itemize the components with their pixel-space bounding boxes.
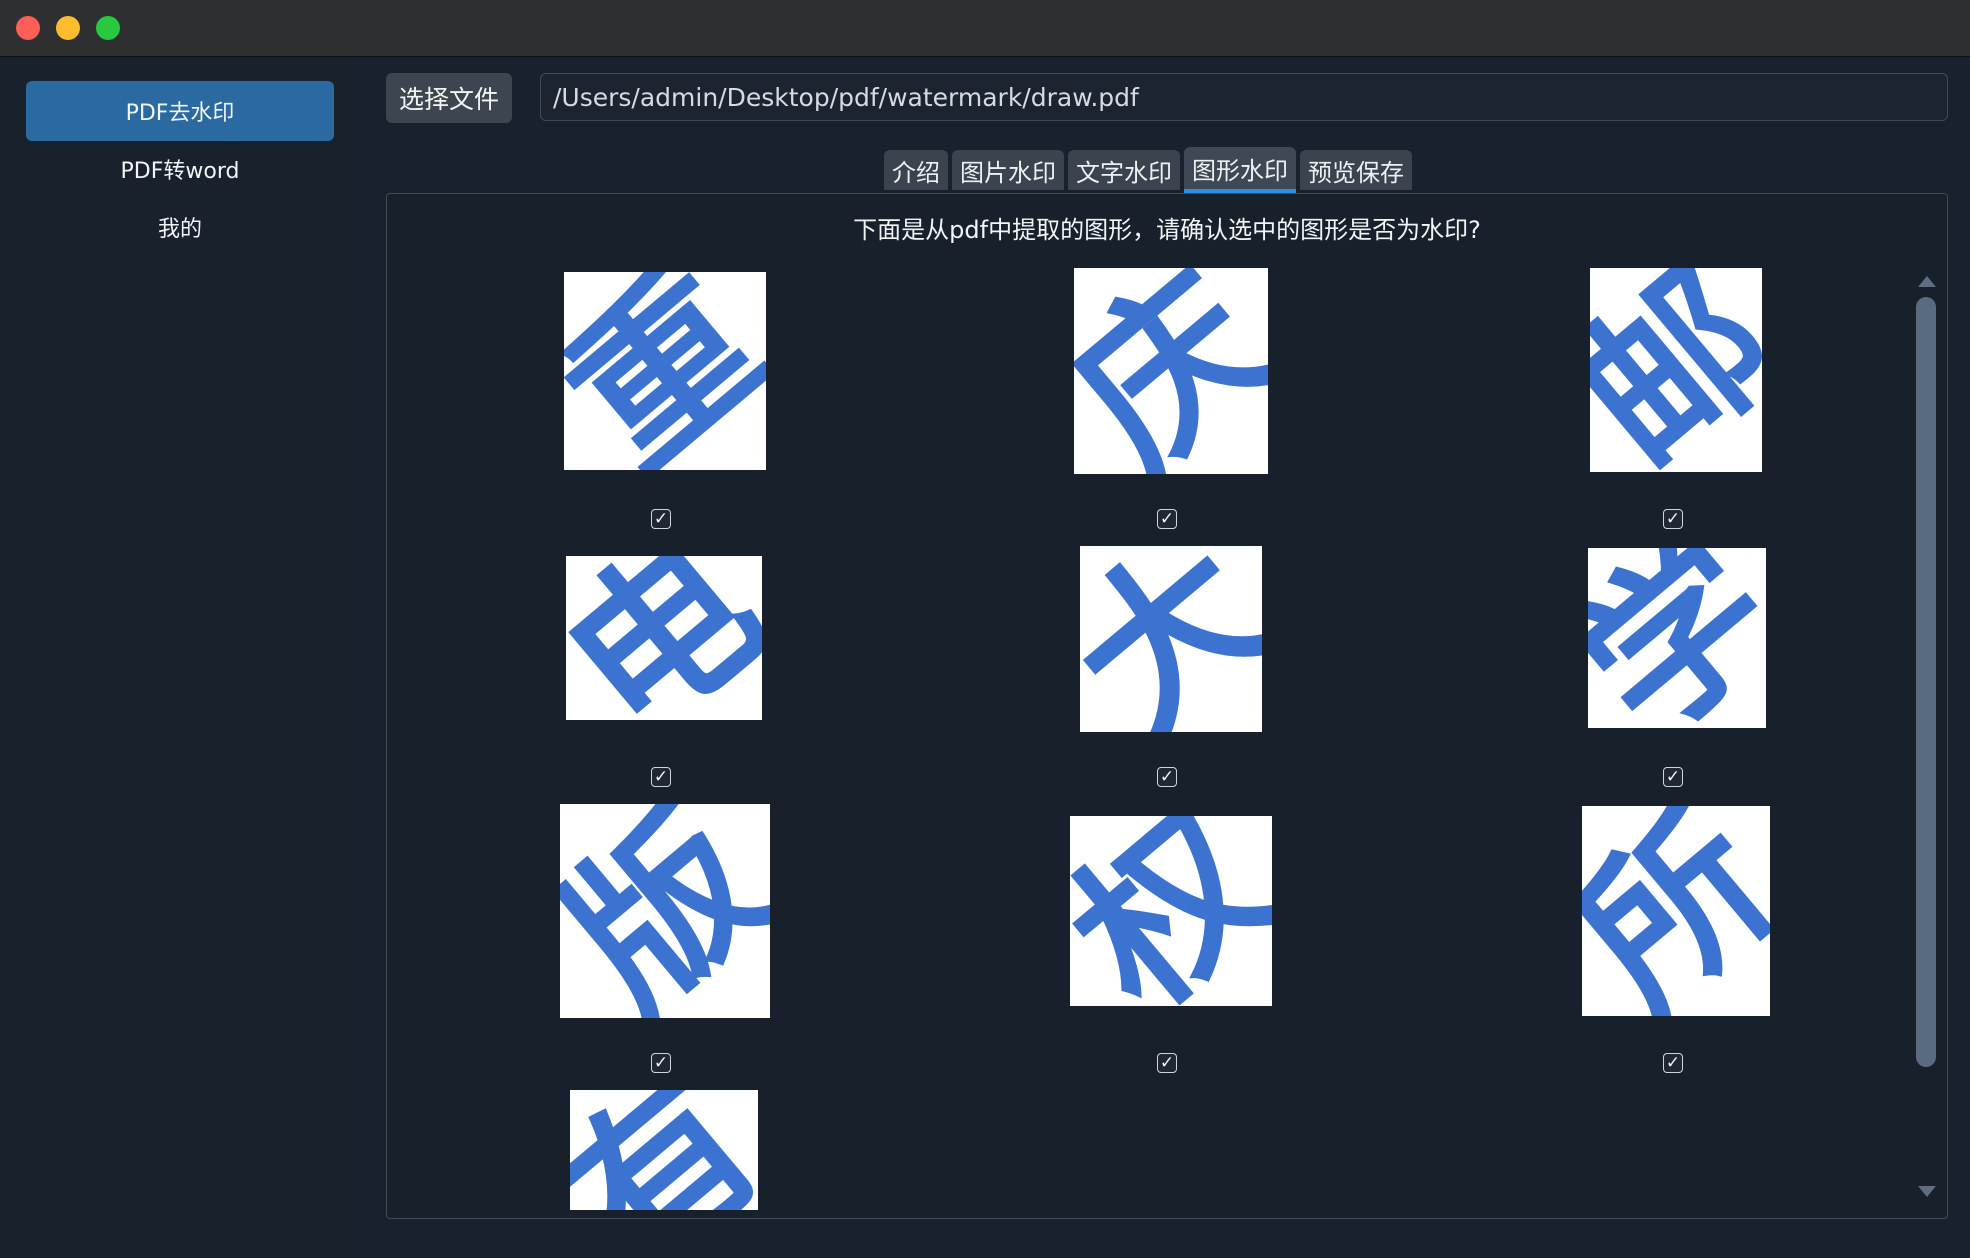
shape-glyph: 学: [1588, 548, 1766, 728]
minimize-window-button[interactable]: [56, 16, 80, 40]
tab-shape-watermark[interactable]: 图形水印: [1184, 147, 1296, 193]
shape-glyph: 重: [564, 272, 766, 470]
shape-glyph: 电: [566, 556, 762, 720]
sidebar-item-mine[interactable]: 我的: [26, 197, 334, 257]
app-window: PDF去水印 PDF转word 我的 选择文件 /Users/admin/Des…: [0, 0, 1970, 1258]
tab-text-watermark[interactable]: 文字水印: [1068, 150, 1180, 190]
sidebar-item-pdf-remove-watermark[interactable]: PDF去水印: [26, 81, 334, 141]
shape-glyph: 版: [560, 804, 770, 1018]
shape-select-checkbox[interactable]: ✓: [651, 509, 671, 529]
scroll-down-arrow-icon[interactable]: [1918, 1186, 1936, 1197]
shape-glyph: 邮: [1590, 268, 1762, 472]
tab-image-watermark[interactable]: 图片水印: [952, 150, 1064, 190]
shape-select-checkbox[interactable]: ✓: [651, 767, 671, 787]
shape-select-checkbox[interactable]: ✓: [1157, 767, 1177, 787]
file-path-field[interactable]: /Users/admin/Desktop/pdf/watermark/draw.…: [540, 73, 1948, 121]
panel-prompt: 下面是从pdf中提取的图形，请确认选中的图形是否为水印?: [853, 216, 1481, 244]
shape-thumbnail: 所: [1582, 806, 1770, 1016]
shape-thumbnail: 版: [560, 804, 770, 1018]
shape-glyph: 有: [570, 1090, 758, 1210]
shape-select-checkbox[interactable]: ✓: [651, 1053, 671, 1073]
shape-thumbnail: 学: [1588, 548, 1766, 728]
shape-select-checkbox[interactable]: ✓: [1663, 509, 1683, 529]
vertical-scrollbar[interactable]: [1916, 297, 1936, 1067]
shape-thumbnail: 电: [566, 556, 762, 720]
shape-select-checkbox[interactable]: ✓: [1157, 509, 1177, 529]
shape-select-checkbox[interactable]: ✓: [1663, 1053, 1683, 1073]
shape-thumbnail: 邮: [1590, 268, 1762, 472]
shape-thumbnail: 权: [1070, 816, 1272, 1006]
shape-glyph: 庆: [1074, 268, 1268, 474]
tab-bar: 介绍 图片水印 文字水印 图形水印 预览保存: [884, 147, 1412, 193]
maximize-window-button[interactable]: [96, 16, 120, 40]
shape-thumbnail: 庆: [1074, 268, 1268, 474]
tab-intro[interactable]: 介绍: [884, 150, 948, 190]
sidebar-item-pdf-to-word[interactable]: PDF转word: [26, 139, 334, 199]
choose-file-button[interactable]: 选择文件: [386, 73, 512, 123]
shape-glyph: 大: [1080, 546, 1262, 732]
shape-select-checkbox[interactable]: ✓: [1157, 1053, 1177, 1073]
shape-select-checkbox[interactable]: ✓: [1663, 767, 1683, 787]
close-window-button[interactable]: [16, 16, 40, 40]
shape-glyph: 所: [1582, 806, 1770, 1016]
shape-thumbnail: 重: [564, 272, 766, 470]
shape-thumbnail: 有: [570, 1090, 758, 1210]
scroll-up-arrow-icon[interactable]: [1918, 276, 1936, 287]
shape-glyph: 权: [1070, 816, 1272, 1006]
title-bar: [0, 0, 1970, 57]
shape-thumbnail: 大: [1080, 546, 1262, 732]
tab-preview-save[interactable]: 预览保存: [1300, 150, 1412, 190]
sidebar: PDF去水印 PDF转word 我的: [0, 57, 358, 1258]
